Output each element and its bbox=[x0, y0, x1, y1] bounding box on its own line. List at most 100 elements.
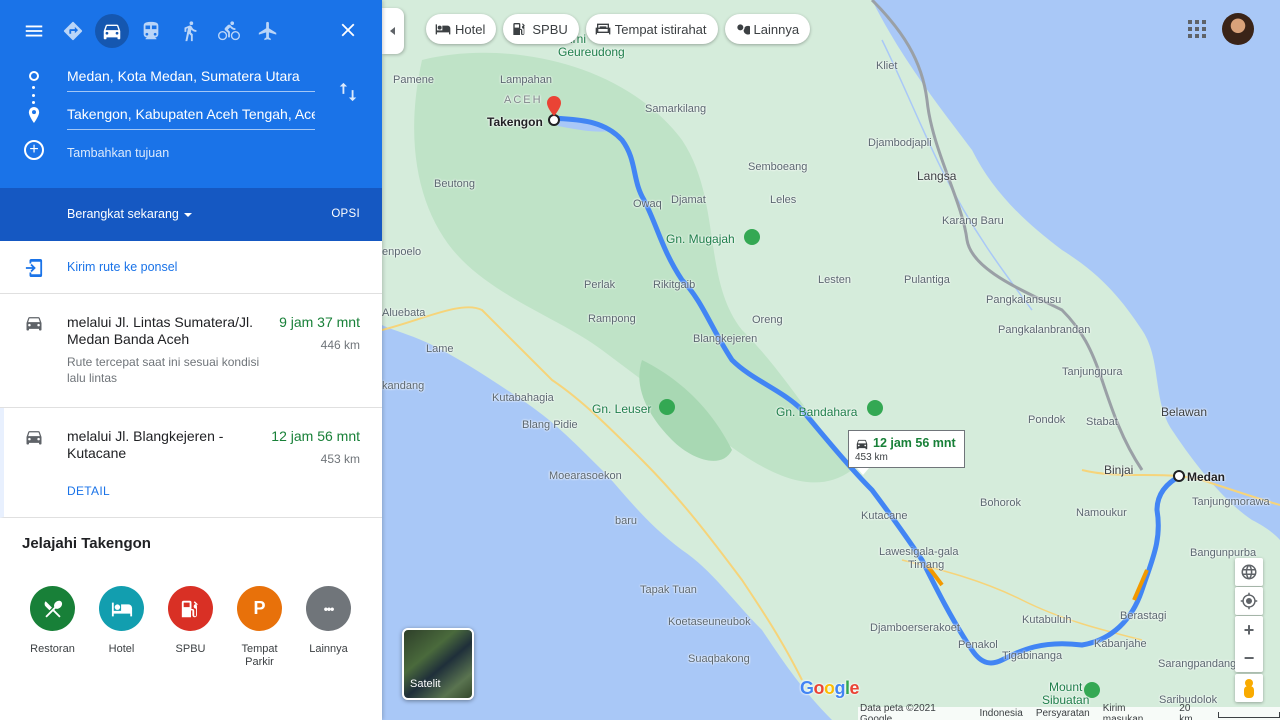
google-logo: Google bbox=[800, 678, 860, 698]
chip-label: SPBU bbox=[532, 21, 568, 37]
map-label: Sarangpandang bbox=[1158, 658, 1237, 670]
route-distance: 453 km bbox=[320, 452, 360, 466]
map-label: Gn. Mugajah bbox=[666, 232, 735, 246]
map-label: Lampahan bbox=[500, 74, 552, 86]
map-label: Kutabahagia bbox=[492, 392, 554, 404]
account-avatar[interactable] bbox=[1222, 13, 1254, 45]
menu-button[interactable] bbox=[14, 13, 53, 49]
add-destination-button[interactable]: Tambahkan tujuan bbox=[67, 146, 169, 160]
destination-input[interactable]: Takengon, Kabupaten Aceh Tengah, Aceh bbox=[67, 104, 315, 130]
map-label: ACEH bbox=[504, 94, 543, 106]
map-label: Djamboerserakoet bbox=[870, 622, 960, 634]
explore-label: Lainnya bbox=[309, 643, 348, 655]
info-box-tail bbox=[857, 468, 869, 475]
chip-hotel[interactable]: Hotel bbox=[426, 14, 497, 44]
explore-categories: Restoran Hotel SPBU P Tempat Parkir ••• bbox=[18, 586, 363, 669]
medan-label[interactable]: Medan bbox=[1187, 470, 1225, 484]
street-view-pegman-icon[interactable] bbox=[1235, 674, 1263, 702]
chip-rest-area[interactable]: Tempat istirahat bbox=[585, 14, 718, 44]
map-label: Semboeang bbox=[748, 161, 808, 173]
map-label: Lesten bbox=[818, 274, 852, 286]
chip-label: Tempat istirahat bbox=[614, 21, 707, 37]
close-directions-button[interactable] bbox=[334, 16, 362, 44]
mode-flight-button[interactable] bbox=[248, 13, 287, 49]
google-apps-icon[interactable] bbox=[1188, 20, 1206, 38]
zoom-controls: + − bbox=[1235, 616, 1263, 672]
explore-hotel[interactable]: Hotel bbox=[87, 586, 156, 669]
map-label: Langsa bbox=[917, 169, 957, 183]
mode-transit-button[interactable] bbox=[131, 13, 170, 49]
caret-down-icon[interactable] bbox=[184, 213, 192, 217]
map-label: Kabanjahe bbox=[1094, 638, 1147, 650]
map-canvas[interactable]: Burni Geureudong Kliet Pamene Lampahan A… bbox=[382, 0, 1280, 720]
search-icon bbox=[736, 24, 750, 35]
route-dots-icon bbox=[32, 86, 36, 104]
map-label: Pulantiga bbox=[904, 274, 950, 286]
parking-icon: P bbox=[237, 586, 282, 631]
route-detail-button[interactable]: DETAIL bbox=[67, 484, 110, 498]
route-via: melalui Jl. Lintas Sumatera/Jl. Medan Ba… bbox=[67, 314, 253, 347]
map-label: Djambodjapli bbox=[868, 137, 932, 149]
map-label: Pangkalansusu bbox=[986, 294, 1062, 306]
terms-link[interactable]: Persyaratan bbox=[1036, 708, 1090, 719]
depart-time-dropdown[interactable]: Berangkat sekarang bbox=[67, 207, 179, 221]
zoom-out-button[interactable]: − bbox=[1235, 644, 1263, 672]
feedback-link[interactable]: Kirim masukan bbox=[1103, 703, 1167, 720]
origin-dot-icon bbox=[29, 71, 39, 81]
satellite-toggle[interactable]: Satelit bbox=[402, 628, 474, 700]
explore-parking[interactable]: P Tempat Parkir bbox=[225, 586, 294, 669]
explore-restaurant[interactable]: Restoran bbox=[18, 586, 87, 669]
route-duration: 12 jam 56 mnt bbox=[271, 428, 360, 444]
map-label: Owaq bbox=[633, 198, 662, 210]
map-label: Lame bbox=[426, 343, 454, 355]
depart-options-bar: Berangkat sekarang OPSI bbox=[0, 188, 382, 241]
map-label: Kutacane bbox=[861, 510, 908, 522]
add-destination-icon[interactable]: + bbox=[24, 140, 44, 160]
map-label: Rikitgaib bbox=[653, 279, 696, 291]
scale-bar bbox=[1218, 712, 1280, 718]
route-option-2[interactable]: melalui Jl. Blangkejeren - Kutacane 12 j… bbox=[0, 408, 382, 518]
map-label: Djamat bbox=[671, 194, 706, 206]
explore-gas-station[interactable]: SPBU bbox=[156, 586, 225, 669]
explore-more[interactable]: ••• Lainnya bbox=[294, 586, 363, 669]
hotel-icon bbox=[99, 586, 144, 631]
rest-area-icon bbox=[595, 23, 611, 35]
car-icon bbox=[856, 439, 868, 450]
map-label: Stabat bbox=[1086, 416, 1118, 428]
scale-label[interactable]: 20 km bbox=[1179, 703, 1205, 720]
map-label: Kliet bbox=[876, 60, 898, 72]
globe-button[interactable] bbox=[1235, 558, 1263, 586]
map-label: Tanjungmorawa bbox=[1192, 496, 1270, 508]
menu-icon bbox=[25, 25, 42, 37]
collapse-panel-button[interactable] bbox=[382, 8, 404, 54]
route-info-box[interactable]: 12 jam 56 mnt 453 km bbox=[848, 430, 965, 475]
chip-more[interactable]: Lainnya bbox=[724, 14, 811, 44]
my-location-icon bbox=[1240, 592, 1258, 610]
route-option-1[interactable]: melalui Jl. Lintas Sumatera/Jl. Medan Ba… bbox=[0, 294, 382, 408]
map-label: Rampong bbox=[588, 313, 636, 325]
swap-route-button[interactable] bbox=[337, 81, 361, 105]
mode-cycling-button[interactable] bbox=[209, 13, 248, 49]
map-label: Blang Pidie bbox=[522, 419, 578, 431]
map-label: kandang bbox=[382, 380, 425, 392]
route-note: Rute tercepat saat ini sesuai kondisi la… bbox=[67, 355, 260, 385]
park-marker-icon bbox=[659, 399, 675, 415]
mode-walking-button[interactable] bbox=[170, 13, 209, 49]
directions-diamond-icon bbox=[63, 21, 82, 41]
zoom-in-button[interactable]: + bbox=[1235, 616, 1263, 644]
takengon-label[interactable]: Takengon bbox=[487, 115, 543, 129]
country-link[interactable]: Indonesia bbox=[979, 708, 1022, 719]
destination-pin-icon bbox=[27, 107, 41, 123]
mode-best-button[interactable] bbox=[53, 13, 92, 49]
train-icon bbox=[143, 21, 158, 40]
my-location-button[interactable] bbox=[1235, 587, 1263, 615]
category-chips: Hotel SPBU Tempat istirahat Lainnya bbox=[426, 14, 811, 44]
origin-input[interactable]: Medan, Kota Medan, Sumatera Utara bbox=[67, 66, 315, 92]
medan-marker bbox=[1173, 470, 1185, 482]
options-button[interactable]: OPSI bbox=[331, 208, 360, 220]
send-to-phone-row[interactable]: Kirim rute ke ponsel bbox=[0, 241, 382, 294]
chip-label: Hotel bbox=[455, 21, 486, 37]
mode-driving-button[interactable] bbox=[92, 13, 131, 49]
map-label: Gn. Leuser bbox=[592, 402, 652, 416]
chip-gas-station[interactable]: SPBU bbox=[503, 14, 579, 44]
